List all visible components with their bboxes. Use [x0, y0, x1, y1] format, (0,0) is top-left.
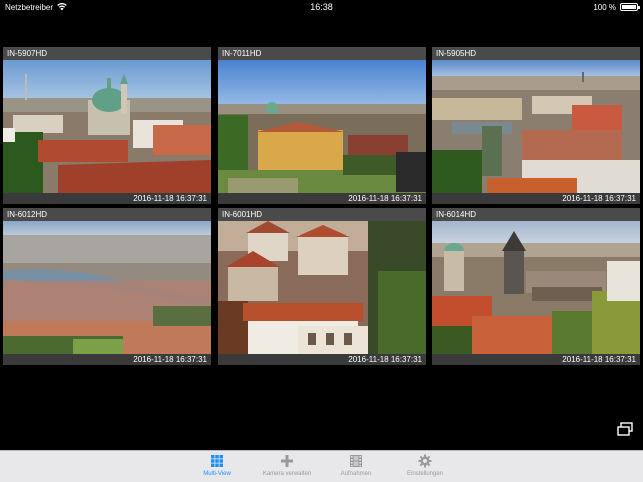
gear-icon	[418, 454, 432, 468]
camera-feed-image[interactable]	[432, 60, 640, 193]
camera-name: IN-6014HD	[432, 208, 640, 221]
camera-timestamp: 2016-11-18 16:37:31	[218, 354, 426, 365]
camera-feed-image[interactable]	[3, 60, 211, 193]
camera-timestamp: 2016-11-18 16:37:31	[218, 193, 426, 204]
camera-tile[interactable]: IN-6001HD 2016-11-18 16:37:31	[218, 208, 426, 365]
camera-name: IN-5905HD	[432, 47, 640, 60]
tab-label: Aufnahmen	[340, 471, 372, 477]
film-icon	[350, 455, 362, 467]
tab-label: Einstellungen	[406, 471, 444, 477]
grid-icon	[211, 455, 223, 467]
camera-timestamp: 2016-11-18 16:37:31	[432, 354, 640, 365]
camera-timestamp: 2016-11-18 16:37:31	[3, 354, 211, 365]
camera-tile[interactable]: IN-6014HD 2016-11-18 16:37:31	[432, 208, 640, 365]
camera-tile[interactable]: IN-6012HD 2016-11-18 16:37:31	[3, 208, 211, 365]
status-bar: Netzbetreiber 16:38 100 %	[0, 0, 643, 14]
tab-label: Kamera verwalten	[262, 471, 312, 477]
camera-tile[interactable]: IN-7011HD 2016-11-18 16:37:31	[218, 47, 426, 204]
camera-feed-image[interactable]	[218, 60, 426, 193]
camera-feed-image[interactable]	[432, 221, 640, 354]
battery-percent: 100 %	[593, 3, 616, 12]
status-time: 16:38	[310, 2, 333, 12]
camera-name: IN-6001HD	[218, 208, 426, 221]
tab-kamera-verwalten[interactable]: Kamera verwalten	[247, 454, 327, 477]
camera-tile[interactable]: IN-5907HD 2016-11-18 16:37:31	[3, 47, 211, 204]
plus-icon	[281, 455, 293, 467]
camera-name: IN-7011HD	[218, 47, 426, 60]
tab-einstellungen[interactable]: Einstellungen	[385, 454, 465, 477]
camera-timestamp: 2016-11-18 16:37:31	[3, 193, 211, 204]
camera-name: IN-5907HD	[3, 47, 211, 60]
camera-timestamp: 2016-11-18 16:37:31	[432, 193, 640, 204]
tab-aufnahmen[interactable]: Aufnahmen	[316, 454, 396, 477]
window-icon	[617, 422, 633, 436]
battery-icon	[620, 3, 640, 11]
camera-feed-image[interactable]	[218, 221, 426, 354]
tab-label: Multi-View	[203, 471, 231, 477]
fullscreen-toggle-button[interactable]	[616, 421, 634, 437]
tab-bar: Multi-View Kamera verwalten Aufnahmen Ei…	[0, 450, 643, 482]
camera-name: IN-6012HD	[3, 208, 211, 221]
camera-tile[interactable]: IN-5905HD 2016-11-18 16:37:31	[432, 47, 640, 204]
camera-feed-image[interactable]	[3, 221, 211, 354]
tab-multi-view[interactable]: Multi-View	[177, 454, 257, 477]
